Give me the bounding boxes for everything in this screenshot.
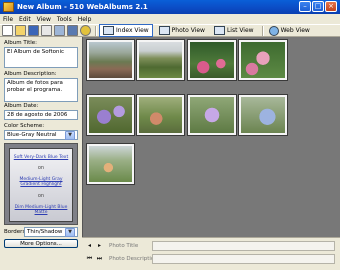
toolbar-separator [95, 25, 97, 36]
borders-value: Thin/Shadow [27, 229, 63, 235]
photo-description-field[interactable] [152, 254, 335, 264]
publish-icon[interactable] [67, 25, 78, 36]
photo-index-grid [82, 37, 340, 237]
list-view-label: List View [226, 27, 254, 34]
previous-photo-icon[interactable]: ⏮ [85, 255, 94, 263]
web-view-label: Web View [280, 27, 310, 34]
index-view-button[interactable]: Index View [99, 24, 153, 37]
list-view-icon [213, 26, 225, 35]
scheme-on-2: on [37, 192, 45, 199]
toolbar-separator [261, 25, 264, 36]
app-icon [3, 2, 14, 12]
photo-view-icon [158, 26, 170, 35]
album-title-label: Album Title: [4, 40, 38, 46]
photo-image [190, 97, 234, 133]
photo-title-field[interactable] [152, 241, 335, 251]
next-photo-icon[interactable]: ▸ [95, 242, 104, 250]
minimize-button[interactable]: – [299, 1, 311, 12]
toolbar: Index View Photo View List View Web View [0, 24, 340, 37]
chevron-down-icon[interactable]: ▼ [65, 227, 75, 237]
menu-view[interactable]: View [34, 16, 54, 23]
photo-title-label: Photo Title [109, 243, 139, 249]
menu-file[interactable]: File [0, 16, 16, 23]
properties-icon[interactable] [41, 25, 52, 36]
album-description-label: Album Description: [4, 71, 57, 77]
photo-image [190, 42, 234, 78]
save-icon[interactable] [28, 25, 39, 36]
settings-icon[interactable] [80, 25, 91, 36]
photo-thumbnail[interactable] [136, 39, 185, 81]
menu-bar: File Edit View Tools Help [0, 14, 340, 24]
close-button[interactable]: × [325, 1, 337, 12]
scheme-matte-line: Dim Medium-Light Blue Matte [14, 204, 68, 215]
photo-thumbnail[interactable] [86, 39, 135, 81]
photo-image [89, 146, 132, 182]
print-icon[interactable] [54, 25, 65, 36]
photo-image [139, 42, 182, 78]
last-photo-icon[interactable]: ⏭ [95, 255, 104, 263]
photo-image [89, 97, 132, 133]
web-view-icon [268, 25, 279, 36]
color-scheme-preview: Soft Very-Dark Blue Text on Medium-Light… [4, 143, 78, 225]
chevron-down-icon[interactable]: ▼ [65, 130, 75, 140]
scheme-text-line: Soft Very-Dark Blue Text [13, 155, 69, 161]
menu-edit[interactable]: Edit [16, 16, 34, 23]
photo-thumbnail[interactable] [187, 94, 237, 136]
menu-help[interactable]: Help [75, 16, 95, 23]
borders-select[interactable]: Thin/Shadow ▼ [24, 227, 78, 237]
open-folder-icon[interactable] [15, 25, 26, 36]
photo-thumbnail[interactable] [238, 94, 288, 136]
photo-image [241, 42, 285, 78]
web-view-button[interactable]: Web View [266, 25, 313, 36]
new-album-icon[interactable] [2, 25, 13, 36]
photo-thumbnail[interactable] [187, 39, 237, 81]
menu-tools[interactable]: Tools [54, 16, 75, 23]
scheme-preview-card: Soft Very-Dark Blue Text on Medium-Light… [9, 148, 73, 222]
album-date-label: Album Date: [4, 103, 39, 109]
album-title-field[interactable]: El Album de Softonic [4, 47, 78, 68]
photo-view-button[interactable]: Photo View [156, 25, 208, 36]
maximize-button[interactable]: □ [312, 1, 324, 12]
photo-image [89, 42, 132, 78]
photo-view-label: Photo View [171, 27, 205, 34]
photo-thumbnail[interactable] [86, 94, 135, 136]
list-view-button[interactable]: List View [211, 25, 257, 36]
photo-description-label: Photo Description [109, 256, 158, 262]
album-date-field[interactable]: 28 de agosto de 2006 [4, 110, 78, 120]
color-scheme-value: Blue-Gray Neutral [7, 132, 57, 138]
scheme-highlight-line: Medium-Light Gray Gradient Highlight [19, 177, 63, 188]
album-properties-panel: Album Title: El Album de Softonic Album … [0, 37, 82, 270]
index-view-label: Index View [116, 27, 149, 34]
album-description-field[interactable]: Album de fotos para probar el programa. [4, 78, 78, 102]
color-scheme-select[interactable]: Blue-Gray Neutral ▼ [4, 130, 78, 140]
window-title: New Album - 510 WebAlbums 2.1 [17, 3, 148, 11]
title-bar: New Album - 510 WebAlbums 2.1 [0, 0, 340, 14]
photo-thumbnail[interactable] [238, 39, 288, 81]
photo-image [241, 97, 285, 133]
photo-thumbnail[interactable] [136, 94, 185, 136]
color-scheme-label: Color Scheme: [4, 123, 45, 129]
photo-details-bar: ◂ ▸ ⏮ ⏭ Photo Title Photo Description [82, 237, 340, 270]
first-photo-icon[interactable]: ◂ [85, 242, 94, 250]
photo-image [139, 97, 182, 133]
more-options-button[interactable]: More Options... [4, 239, 78, 248]
index-view-icon [103, 26, 114, 35]
scheme-on-1: on [37, 165, 45, 172]
photo-thumbnail[interactable] [86, 143, 135, 185]
